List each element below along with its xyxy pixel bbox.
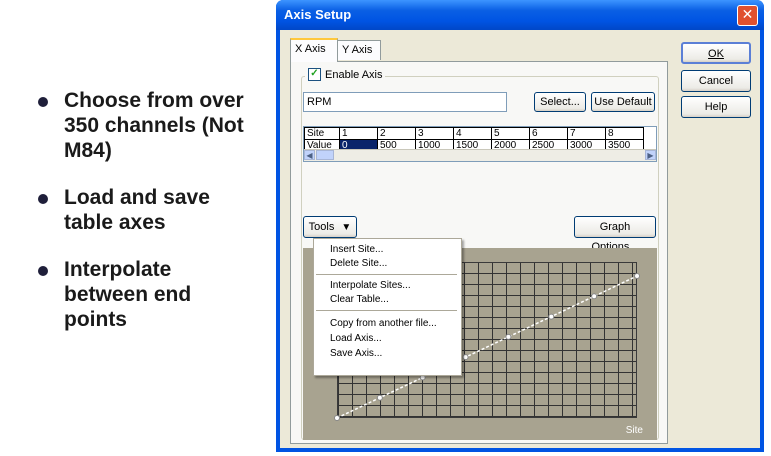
help-button[interactable]: Help [681, 96, 751, 118]
menu-separator [316, 310, 457, 311]
bullet-text: Interpolate between end points [64, 258, 192, 331]
site-cell[interactable]: 1 [339, 127, 378, 140]
channel-field[interactable]: RPM [303, 92, 507, 112]
axis-point[interactable] [505, 333, 512, 340]
bullet-text: Load and save table axes [64, 186, 210, 234]
select-button[interactable]: Select... [534, 92, 586, 112]
bullet-dot-icon [38, 194, 48, 204]
axis-point[interactable] [591, 293, 598, 300]
menu-item-save-axis[interactable]: Save Axis... [330, 347, 382, 360]
bullet-item: Choose from over 350 channels (Not M84) [38, 88, 253, 163]
site-cell[interactable]: 3 [415, 127, 454, 140]
axis-point[interactable] [376, 394, 383, 401]
table-row-site: Site 1 2 3 4 5 6 7 8 [304, 127, 644, 140]
scroll-thumb[interactable] [316, 150, 334, 160]
cancel-label: Cancel [698, 75, 734, 87]
tab-y-axis[interactable]: Y Axis [337, 40, 381, 60]
bullet-item: Load and save table axes [38, 185, 253, 235]
scroll-right-icon[interactable]: ▶ [645, 150, 656, 160]
menu-item-delete-site[interactable]: Delete Site... [330, 257, 387, 270]
bullet-item: Interpolate between end points [38, 257, 253, 332]
site-cell[interactable]: 8 [605, 127, 644, 140]
bullet-list: Choose from over 350 channels (Not M84) … [38, 88, 253, 354]
site-cell[interactable]: 6 [529, 127, 568, 140]
scroll-left-icon[interactable]: ◀ [304, 150, 315, 160]
menu-item-load-axis[interactable]: Load Axis... [330, 332, 382, 345]
enable-axis-label: Enable Axis [325, 68, 383, 81]
axis-point[interactable] [334, 415, 340, 421]
graph-options-button[interactable]: Graph Options... [574, 216, 656, 253]
axis-setup-window: Axis Setup ✕ X Axis Y Axis OK Cancel Hel… [276, 0, 764, 452]
axis-table[interactable]: Site 1 2 3 4 5 6 7 8 Value 0 500 1000 15… [303, 126, 657, 162]
cancel-button[interactable]: Cancel [681, 70, 751, 92]
checkmark-icon: ✓ [308, 68, 321, 81]
menu-item-clear-table[interactable]: Clear Table... [330, 293, 389, 306]
site-cell[interactable]: 4 [453, 127, 492, 140]
enable-axis-checkbox[interactable]: ✓ Enable Axis [305, 68, 386, 81]
axis-point[interactable] [462, 354, 469, 361]
use-default-button[interactable]: Use Default [591, 92, 655, 112]
horizontal-scrollbar[interactable]: ◀ ▶ [304, 149, 656, 161]
site-cell[interactable]: 5 [491, 127, 530, 140]
menu-item-insert-site[interactable]: Insert Site... [330, 243, 383, 256]
tools-label: Tools [308, 221, 335, 233]
bullet-dot-icon [38, 97, 48, 107]
bullet-text: Choose from over 350 channels (Not M84) [64, 89, 244, 162]
menu-item-copy-from-file[interactable]: Copy from another file... [330, 317, 437, 330]
graph-x-label: Site [625, 425, 643, 436]
dialog-client: X Axis Y Axis OK Cancel Help ✓ Enable Ax… [280, 30, 760, 448]
ok-button[interactable]: OK [681, 42, 751, 64]
bullet-dot-icon [38, 266, 48, 276]
help-label: Help [704, 101, 728, 113]
tools-button[interactable]: Tools ▼ [303, 216, 357, 238]
axis-point[interactable] [634, 273, 640, 279]
axis-point[interactable] [548, 313, 555, 320]
dropdown-arrow-icon: ▼ [341, 222, 352, 233]
window-title: Axis Setup [284, 7, 352, 22]
tab-x-axis[interactable]: X Axis [290, 38, 338, 62]
site-cell[interactable]: 7 [567, 127, 606, 140]
site-cell[interactable]: 2 [377, 127, 416, 140]
row-header: Site [304, 127, 340, 140]
x-axis-panel: ✓ Enable Axis RPM Select... Use Default … [290, 61, 668, 444]
menu-item-interpolate-sites[interactable]: Interpolate Sites... [330, 279, 411, 292]
menu-separator [316, 274, 457, 275]
tools-menu: Insert Site... Delete Site... Interpolat… [313, 238, 462, 376]
close-icon[interactable]: ✕ [737, 5, 758, 26]
ok-label: OK [708, 48, 724, 60]
title-bar[interactable]: Axis Setup ✕ [276, 0, 764, 30]
